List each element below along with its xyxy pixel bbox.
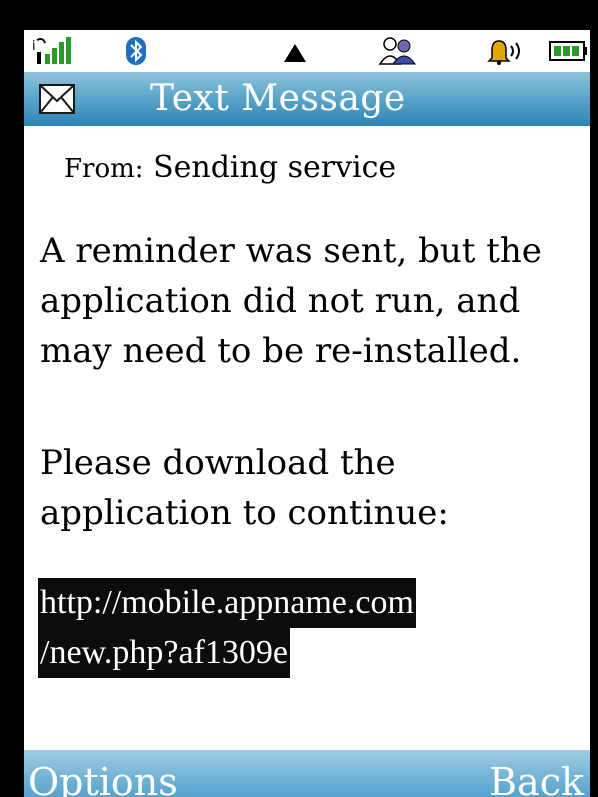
- title-bar: Text Message: [24, 72, 590, 126]
- message-line: application did not run, and: [40, 281, 521, 321]
- status-bar: i: [24, 30, 590, 72]
- from-value: Sending service: [153, 150, 397, 185]
- page-title: Text Message: [150, 78, 406, 119]
- options-softkey[interactable]: Options: [28, 760, 178, 797]
- battery-icon: [548, 36, 588, 66]
- phone-screen: i Text Message From: Sending service A r…: [24, 30, 590, 797]
- device-frame-right: [590, 0, 598, 797]
- device-frame-left: [0, 0, 24, 797]
- envelope-icon: [39, 84, 75, 114]
- link-line[interactable]: /new.php?af1309e: [38, 628, 290, 678]
- message-line: application to continue:: [40, 493, 449, 533]
- network-up-icon: [280, 36, 310, 66]
- message-line: may need to be re-installed.: [40, 331, 522, 371]
- message-line: A reminder was sent, but the: [40, 231, 542, 271]
- alert-sound-icon: [486, 36, 526, 66]
- signal-icon: i: [32, 36, 80, 66]
- message-paragraph-1: A reminder was sent, but the application…: [40, 226, 590, 376]
- message-paragraph-2: Please download the application to conti…: [40, 438, 590, 538]
- link-line[interactable]: http://mobile.appname.com: [38, 578, 416, 628]
- from-label: From:: [64, 154, 144, 184]
- back-softkey[interactable]: Back: [489, 760, 584, 797]
- download-link[interactable]: http://mobile.appname.com /new.php?af130…: [38, 578, 416, 678]
- softkey-bar: Options Back: [24, 750, 590, 797]
- sender-line: From: Sending service: [64, 150, 396, 185]
- device-frame-top: [0, 0, 598, 30]
- bluetooth-icon: [124, 36, 148, 66]
- contacts-icon: [378, 36, 418, 66]
- message-line: Please download the: [40, 443, 396, 483]
- svg-text:i: i: [32, 39, 36, 54]
